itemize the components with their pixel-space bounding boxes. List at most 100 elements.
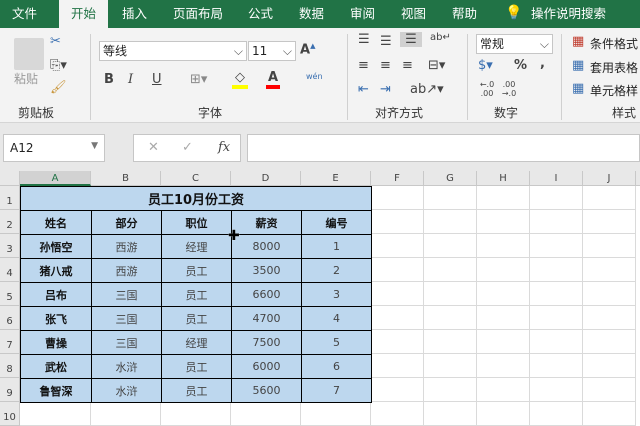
fill-color-icon[interactable]: ◇ <box>232 70 248 89</box>
cell[interactable] <box>231 402 301 426</box>
row-header-10[interactable]: 10 <box>0 402 20 426</box>
paste-icon[interactable] <box>14 38 44 70</box>
tab-review[interactable]: 审阅 <box>350 0 375 28</box>
cell[interactable] <box>477 234 530 258</box>
column-header-C[interactable]: C <box>161 171 231 186</box>
column-header-E[interactable]: E <box>301 171 371 186</box>
cell[interactable] <box>371 258 424 282</box>
cell[interactable] <box>371 234 424 258</box>
cell[interactable] <box>424 402 477 426</box>
table-cell[interactable]: 2 <box>301 258 372 283</box>
cell[interactable] <box>530 402 583 426</box>
table-cell[interactable]: 6600 <box>231 282 302 307</box>
cell[interactable] <box>583 378 636 402</box>
table-cell[interactable]: 5600 <box>231 378 302 403</box>
cell[interactable] <box>583 210 636 234</box>
column-header-B[interactable]: B <box>91 171 161 186</box>
percent-button[interactable]: % <box>514 58 527 73</box>
table-cell[interactable]: 1 <box>301 234 372 259</box>
row-header-3[interactable]: 3 <box>0 234 20 258</box>
paste-button[interactable]: 粘贴 <box>14 70 38 87</box>
cell[interactable] <box>424 282 477 306</box>
table-cell[interactable]: 鲁智深 <box>20 378 92 403</box>
table-cell[interactable]: 7 <box>301 378 372 403</box>
row-header-7[interactable]: 7 <box>0 330 20 354</box>
enter-icon[interactable]: ✓ <box>182 140 193 155</box>
orientation-icon[interactable]: ab↗▾ <box>410 82 444 97</box>
cell[interactable] <box>371 378 424 402</box>
align-right-icon[interactable]: ≡ <box>402 58 413 73</box>
cell-styles-button[interactable]: 单元格样 <box>590 82 638 99</box>
cell[interactable] <box>530 258 583 282</box>
cell[interactable] <box>583 186 636 210</box>
number-format-select[interactable]: 常规 ⌵ <box>476 34 553 54</box>
cell[interactable] <box>371 210 424 234</box>
table-cell[interactable]: 水浒 <box>91 354 162 379</box>
bold-button[interactable]: B <box>104 72 114 87</box>
row-header-1[interactable]: 1 <box>0 186 20 210</box>
table-cell[interactable]: 员工 <box>161 378 232 403</box>
conditional-format-button[interactable]: 条件格式 <box>590 35 638 52</box>
table-cell[interactable]: 三国 <box>91 330 162 355</box>
cell[interactable] <box>477 354 530 378</box>
tab-file[interactable]: 文件 <box>12 0 37 28</box>
column-header-A[interactable]: A <box>20 171 91 186</box>
table-cell[interactable]: 3500 <box>231 258 302 283</box>
table-cell[interactable]: 经理 <box>161 330 232 355</box>
tab-insert[interactable]: 插入 <box>122 0 147 28</box>
cut-icon[interactable]: ✂ <box>50 34 61 49</box>
table-cell[interactable]: 6000 <box>231 354 302 379</box>
cell[interactable] <box>530 210 583 234</box>
sheet-title-cell[interactable]: 员工10月份工资 <box>20 186 372 211</box>
wrap-text-icon[interactable]: ab↵ <box>430 32 451 43</box>
cell[interactable] <box>20 402 91 426</box>
table-cell[interactable]: 三国 <box>91 306 162 331</box>
cell[interactable] <box>583 258 636 282</box>
column-header-H[interactable]: H <box>477 171 530 186</box>
column-header-I[interactable]: I <box>530 171 583 186</box>
tab-home[interactable]: 开始 <box>59 0 109 28</box>
cell[interactable] <box>530 330 583 354</box>
align-middle-icon[interactable]: ☰ <box>380 34 392 49</box>
cell[interactable] <box>477 402 530 426</box>
table-cell[interactable]: 猪八戒 <box>20 258 92 283</box>
table-cell[interactable]: 经理 <box>161 234 232 259</box>
tab-formulas[interactable]: 公式 <box>248 0 273 28</box>
row-header-2[interactable]: 2 <box>0 210 20 234</box>
cell[interactable] <box>583 306 636 330</box>
cell[interactable] <box>530 306 583 330</box>
chevron-down-icon[interactable]: ▼ <box>91 141 98 151</box>
cell[interactable] <box>371 282 424 306</box>
cell[interactable] <box>161 402 231 426</box>
italic-button[interactable]: I <box>128 72 133 87</box>
table-header-cell[interactable]: 编号 <box>301 210 372 235</box>
align-top-icon[interactable]: ☰ <box>358 32 370 47</box>
align-left-icon[interactable]: ≡ <box>358 58 369 73</box>
table-header-cell[interactable]: 职位 <box>161 210 232 235</box>
cell[interactable] <box>424 330 477 354</box>
cell[interactable] <box>477 210 530 234</box>
table-header-cell[interactable]: 姓名 <box>20 210 92 235</box>
tab-view[interactable]: 视图 <box>401 0 426 28</box>
tab-data[interactable]: 数据 <box>299 0 324 28</box>
cell[interactable] <box>530 186 583 210</box>
table-cell[interactable]: 水浒 <box>91 378 162 403</box>
cell[interactable] <box>477 282 530 306</box>
cell[interactable] <box>371 354 424 378</box>
decrease-decimal-button[interactable]: .00 →.0 <box>500 80 518 98</box>
column-header-D[interactable]: D <box>231 171 301 186</box>
cell[interactable] <box>371 330 424 354</box>
align-center-icon[interactable]: ≡ <box>380 58 391 73</box>
format-as-table-button[interactable]: 套用表格 <box>590 59 638 76</box>
tab-page-layout[interactable]: 页面布局 <box>173 0 223 28</box>
copy-icon[interactable]: ⎘▾ <box>50 58 67 73</box>
cell[interactable] <box>91 402 161 426</box>
underline-button[interactable]: U <box>152 72 162 87</box>
increase-decimal-button[interactable]: ←.0 .00 <box>478 80 496 98</box>
row-header-5[interactable]: 5 <box>0 282 20 306</box>
table-header-cell[interactable]: 部分 <box>91 210 162 235</box>
cell[interactable] <box>583 234 636 258</box>
table-cell[interactable]: 孙悟空 <box>20 234 92 259</box>
cell[interactable] <box>301 402 371 426</box>
row-header-4[interactable]: 4 <box>0 258 20 282</box>
